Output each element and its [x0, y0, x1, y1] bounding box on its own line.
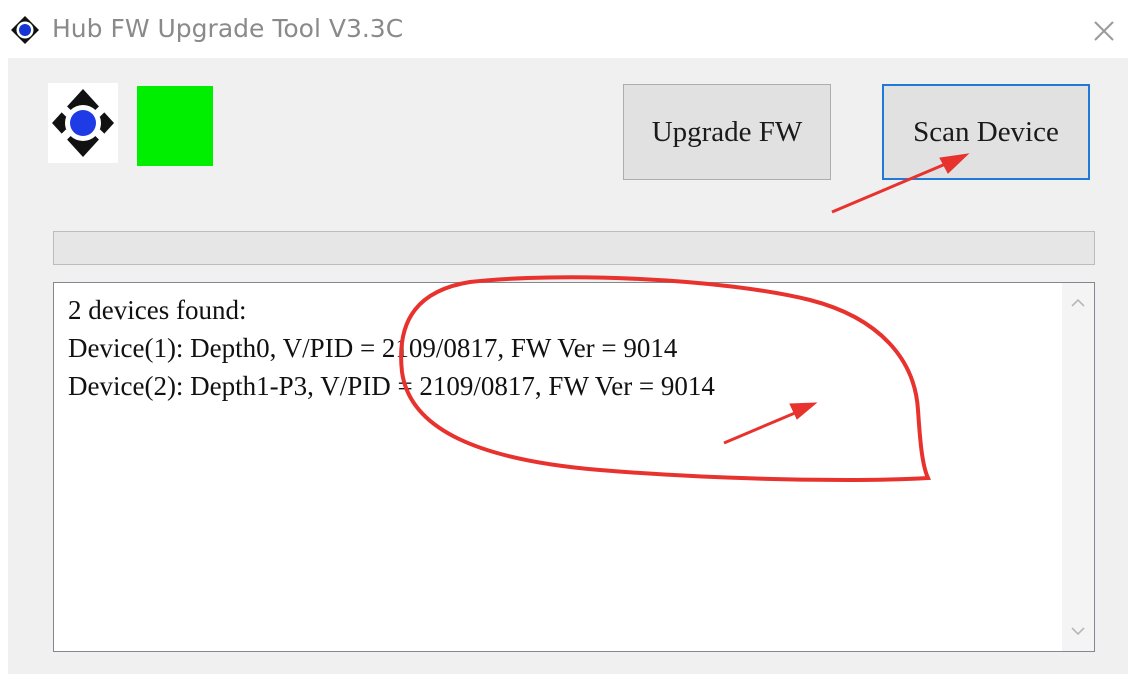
log-line: 2 devices found: [68, 295, 247, 325]
app-window: Hub FW Upgrade Tool V3.3C Upgrade FW Sca… [0, 0, 1136, 682]
log-text: 2 devices found: Device(1): Depth0, V/PI… [68, 291, 715, 405]
hub-logo-icon [11, 16, 39, 44]
device-log[interactable]: 2 devices found: Device(1): Depth0, V/PI… [53, 282, 1095, 652]
scan-device-button[interactable]: Scan Device [882, 84, 1090, 180]
vertical-scrollbar[interactable] [1062, 283, 1094, 651]
log-line: Device(1): Depth0, V/PID = 2109/0817, FW… [68, 333, 678, 363]
chevron-up-icon[interactable] [1068, 293, 1088, 313]
client-area: Upgrade FW Scan Device 2 devices found: … [8, 58, 1128, 674]
hub-logo-icon [48, 83, 118, 163]
upgrade-fw-button[interactable]: Upgrade FW [623, 84, 831, 180]
status-indicator [137, 86, 213, 166]
title-bar[interactable]: Hub FW Upgrade Tool V3.3C [0, 0, 1136, 58]
progress-bar [53, 231, 1095, 265]
log-line: Device(2): Depth1-P3, V/PID = 2109/0817,… [68, 371, 715, 401]
close-icon[interactable] [1086, 13, 1122, 49]
window-title: Hub FW Upgrade Tool V3.3C [52, 14, 404, 43]
chevron-down-icon[interactable] [1068, 621, 1088, 641]
